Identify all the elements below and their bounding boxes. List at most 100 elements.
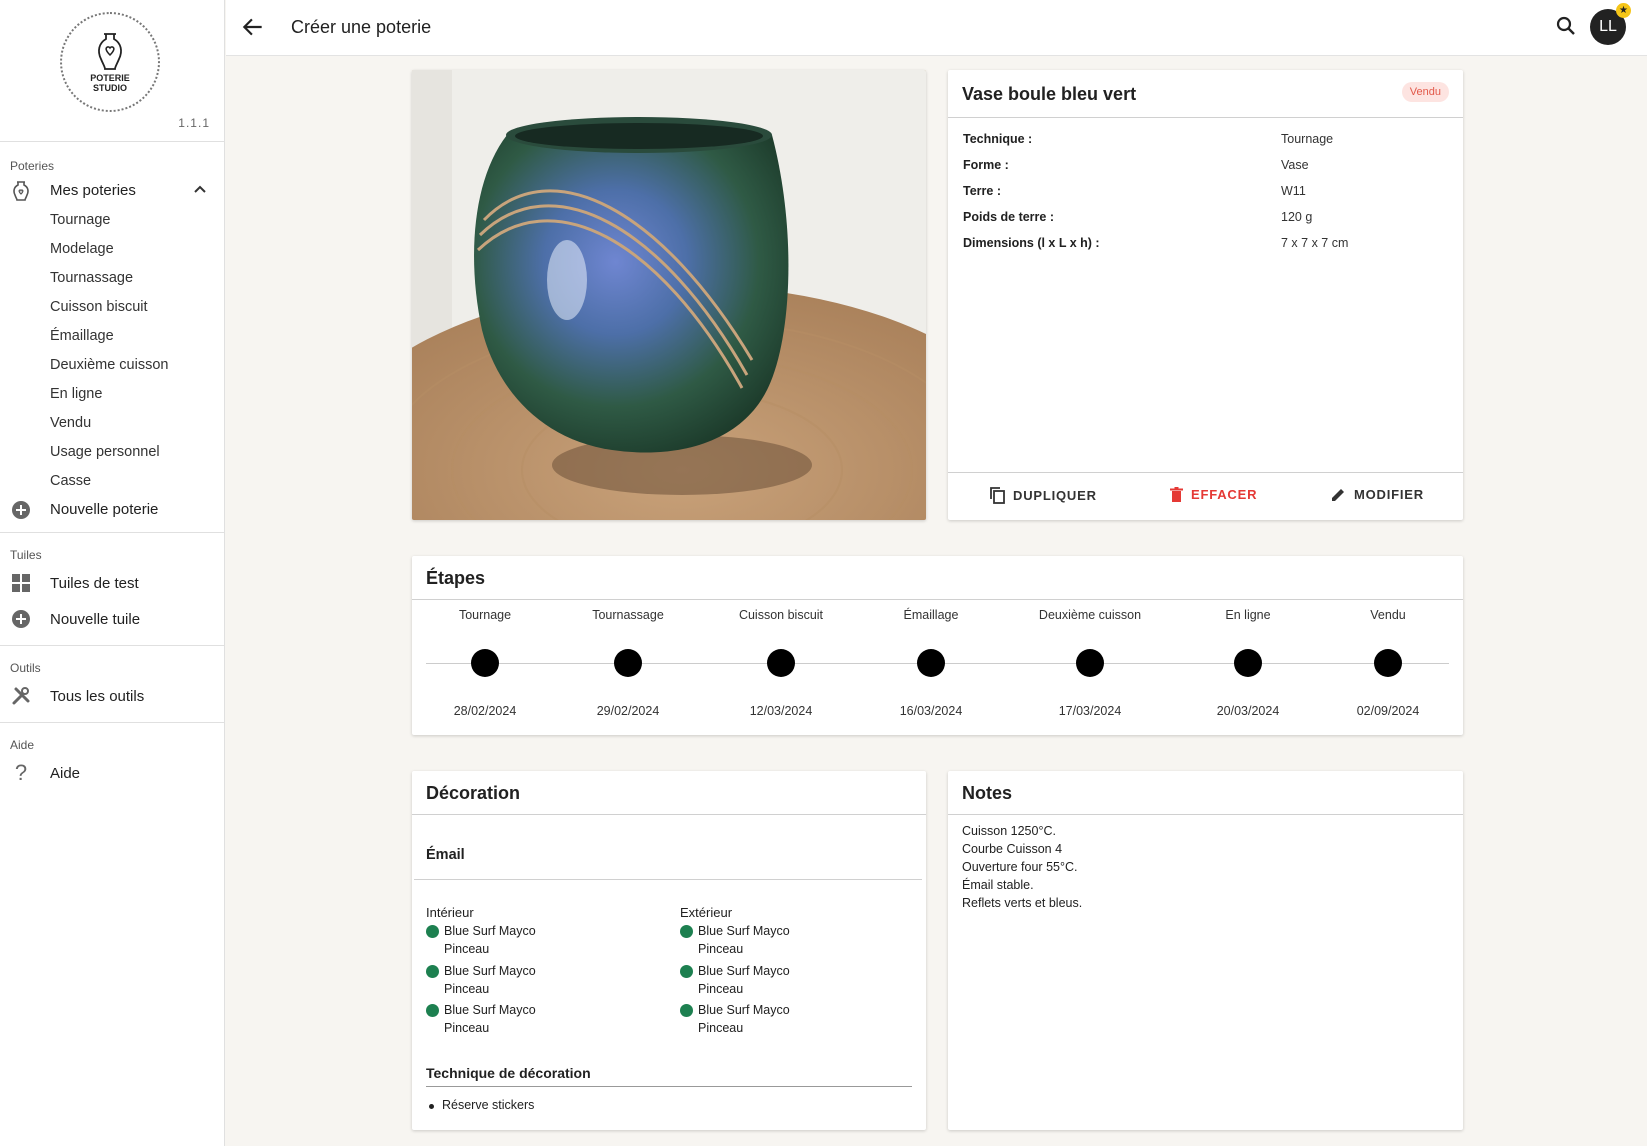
technique-item: Réserve stickers: [442, 1098, 535, 1112]
note-line: Cuisson 1250°C.: [962, 824, 1056, 838]
nav-sub-item[interactable]: Usage personnel: [0, 437, 224, 466]
step-date: 12/03/2024: [749, 704, 813, 718]
step-label: Cuisson biscuit: [738, 608, 824, 622]
spec-value: 120 g: [1281, 210, 1313, 224]
spec-label: Poids de terre :: [963, 210, 1054, 224]
nav-sub-item[interactable]: Deuxième cuisson: [0, 350, 224, 379]
step-date: 20/03/2024: [1216, 704, 1280, 718]
logo-text-line2: STUDIO: [92, 83, 127, 93]
nav-sub-item[interactable]: Émaillage: [0, 321, 224, 350]
spec-value: Vase: [1281, 158, 1309, 172]
step-label: Vendu: [1370, 608, 1406, 622]
section-title-tuiles: Tuiles: [10, 548, 42, 562]
decoration-title: Décoration: [426, 783, 521, 803]
glaze-method: Pinceau: [698, 1021, 744, 1035]
glaze-method: Pinceau: [444, 1021, 490, 1035]
nav-sub-item[interactable]: Tournage: [0, 205, 224, 234]
info-card-actions: DUPLIQUER EFFACER MODIFIER: [948, 472, 1463, 520]
page-title: Créer une poterie: [291, 17, 432, 37]
spec-value: W11: [1281, 184, 1306, 198]
logo-area: POTERIE STUDIO 1.1.1: [0, 0, 224, 142]
delete-button[interactable]: EFFACER: [1170, 487, 1257, 502]
nav-sub-item[interactable]: Casse: [0, 466, 224, 495]
step-label: En ligne: [1225, 608, 1271, 622]
glaze-color-dot: [680, 965, 693, 978]
glaze-item: Blue Surf Mayco Pinceau: [422, 1001, 536, 1037]
note-line: Émail stable.: [962, 878, 1034, 892]
logo-text: POTERIE STUDIO: [90, 73, 130, 93]
nav-nouvelle-poterie[interactable]: Nouvelle poterie: [0, 495, 224, 524]
add-circle-icon: [10, 608, 32, 630]
notes-card: Notes Cuisson 1250°C. Courbe Cuisson 4 O…: [948, 771, 1463, 1130]
search-icon[interactable]: [1554, 14, 1578, 38]
spec-value: 7 x 7 x 7 cm: [1281, 236, 1349, 250]
app-version: 1.1.1: [178, 116, 210, 130]
section-title-poteries: Poteries: [10, 159, 55, 173]
step-label: Deuxième cuisson: [1038, 608, 1142, 622]
spec-label: Technique :: [963, 132, 1033, 146]
step-date: 16/03/2024: [899, 704, 963, 718]
divider: [426, 1086, 912, 1087]
step-dot[interactable]: [917, 649, 945, 677]
duplicate-button[interactable]: DUPLIQUER: [990, 487, 1097, 504]
glaze-item: Blue Surf Mayco Pinceau: [422, 922, 536, 958]
copy-icon: [990, 487, 1005, 504]
step-dot[interactable]: [1374, 649, 1402, 677]
sidebar: POTERIE STUDIO 1.1.1 Poteries Mes poteri…: [0, 0, 225, 1146]
section-title-outils: Outils: [10, 661, 41, 675]
nav-sub-item[interactable]: Vendu: [0, 408, 224, 437]
nav-nouvelle-tuile[interactable]: Nouvelle tuile: [0, 601, 224, 637]
nav-aide[interactable]: ? Aide: [0, 755, 224, 791]
nav-tous-les-outils[interactable]: Tous les outils: [0, 678, 224, 714]
section-title-aide: Aide: [10, 738, 35, 752]
status-badge: Vendu: [1401, 82, 1449, 102]
nav-sub-item[interactable]: Cuisson biscuit: [0, 292, 224, 321]
step-dot[interactable]: [767, 649, 795, 677]
nav-group-tuiles: Tuiles Tuiles de test Nouvelle tuile: [0, 533, 224, 646]
nav-sub-item[interactable]: Modelage: [0, 234, 224, 263]
steps-title: Étapes: [426, 568, 486, 588]
pottery-photo: [412, 70, 926, 520]
edit-label: MODIFIER: [1354, 487, 1424, 502]
step-dot[interactable]: [471, 649, 499, 677]
glaze-method: Pinceau: [444, 942, 490, 956]
decoration-header: Décoration: [412, 771, 926, 815]
logo-text-line1: POTERIE: [90, 73, 130, 83]
glaze-name: Blue Surf Mayco: [444, 924, 536, 938]
grid-icon: [10, 572, 32, 594]
step-label: Émaillage: [903, 608, 959, 622]
vase-icon: [10, 180, 32, 202]
glaze-color-dot: [680, 1004, 693, 1017]
step-dot[interactable]: [1234, 649, 1262, 677]
spec-label: Dimensions (l x L x h) :: [963, 236, 1100, 250]
nav-tuiles-de-test[interactable]: Tuiles de test: [0, 565, 224, 601]
step-dot[interactable]: [1076, 649, 1104, 677]
chevron-up-icon[interactable]: [192, 182, 208, 198]
pottery-name: Vase boule bleu vert: [962, 84, 1137, 104]
nav-group-outils: Outils Tous les outils: [0, 646, 224, 723]
step-date: 28/02/2024: [453, 704, 517, 718]
nav-group-poteries: Poteries Mes poteries Tournage Modelage …: [0, 142, 224, 533]
glaze-method: Pinceau: [698, 982, 744, 996]
vase-logo-icon: [98, 33, 122, 70]
app-logo[interactable]: POTERIE STUDIO: [60, 12, 160, 112]
arrow-back-icon[interactable]: [240, 14, 266, 40]
glaze-item: Blue Surf Mayco Pinceau: [422, 962, 536, 998]
glaze-item: Blue Surf Mayco Pinceau: [676, 922, 790, 958]
glaze-name: Blue Surf Mayco: [698, 1003, 790, 1017]
spec-value: Tournage: [1281, 132, 1334, 146]
interior-title: Intérieur: [426, 905, 474, 920]
nav-mes-poteries[interactable]: Mes poteries: [0, 176, 224, 205]
pottery-image: [412, 70, 926, 520]
pottery-info-card: Vase boule bleu vert Vendu Technique : T…: [948, 70, 1463, 520]
step-dot[interactable]: [614, 649, 642, 677]
spec-label: Forme :: [963, 158, 1009, 172]
nav-tous-les-outils-label: Tous les outils: [50, 687, 145, 705]
spec-label: Terre :: [963, 184, 1001, 198]
glaze-name: Blue Surf Mayco: [444, 964, 536, 978]
nav-sub-item[interactable]: En ligne: [0, 379, 224, 408]
nav-sub-item[interactable]: Tournassage: [0, 263, 224, 292]
glaze-name: Blue Surf Mayco: [698, 924, 790, 938]
edit-button[interactable]: MODIFIER: [1331, 487, 1424, 502]
glaze-color-dot: [680, 925, 693, 938]
